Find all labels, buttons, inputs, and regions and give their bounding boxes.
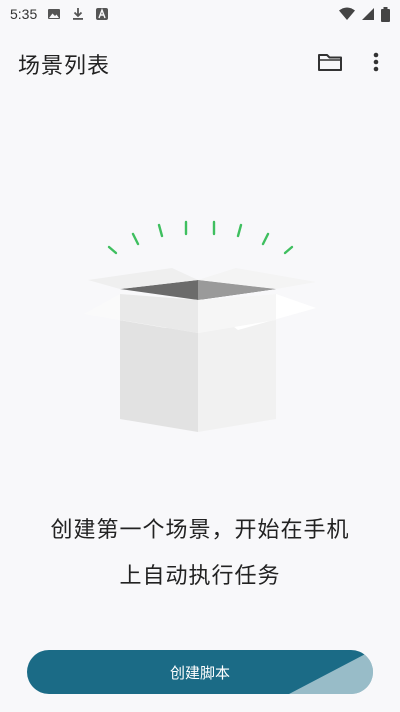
empty-state-message: 创建第一个场景，开始在手机 上自动执行任务 [20, 508, 380, 600]
a-badge-icon [96, 8, 109, 20]
create-script-label: 创建脚本 [169, 663, 230, 682]
wifi-icon [339, 7, 355, 20]
empty-message-line1: 创建第一个场景，开始在手机 [50, 518, 350, 543]
folder-button[interactable] [314, 46, 346, 78]
empty-box-icon [84, 220, 316, 432]
cellular-signal-icon [362, 8, 374, 20]
sparkle-rays [107, 220, 294, 255]
more-options-button[interactable] [360, 46, 392, 78]
more-vert-icon [373, 52, 379, 72]
status-right [339, 6, 390, 22]
status-time: 5:35 [10, 6, 38, 22]
button-glare [289, 650, 373, 694]
gallery-icon [48, 9, 61, 19]
app-bar: 场景列表 [0, 36, 400, 88]
status-bar: 5:35 [0, 0, 400, 28]
status-left: 5:35 [10, 6, 109, 22]
folder-icon [318, 54, 342, 71]
download-icon [73, 8, 84, 20]
empty-message-line2: 上自动执行任务 [119, 564, 281, 589]
create-script-button[interactable]: 创建脚本 [27, 650, 373, 694]
page-title: 场景列表 [18, 54, 111, 79]
battery-icon [381, 6, 390, 22]
